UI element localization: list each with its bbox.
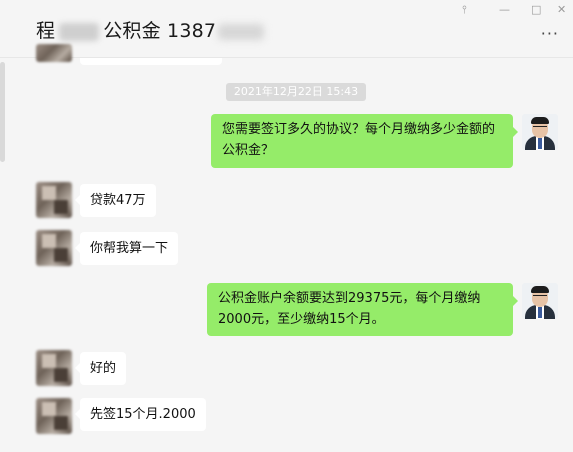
message-text: 先签15个月.2000 xyxy=(90,407,196,422)
chat-title: 程 公积金 1387 xyxy=(36,16,265,43)
contact-avatar[interactable] xyxy=(36,350,72,386)
message-timestamp: 2021年12月22日 15:43 xyxy=(226,83,366,101)
close-icon[interactable]: ✕ xyxy=(557,3,566,17)
chat-title-suffix: 公积金 1387 xyxy=(103,20,217,42)
maximize-icon[interactable]: □ xyxy=(531,3,541,17)
redacted-number-blur xyxy=(218,23,265,40)
chat-title-prefix: 程 xyxy=(36,20,56,42)
minimize-icon[interactable]: — xyxy=(499,3,510,17)
more-dots-icon[interactable]: ··· xyxy=(541,24,559,43)
message-text: 贷款47万 xyxy=(90,193,146,208)
chat-scrollbar[interactable] xyxy=(0,62,5,162)
self-avatar[interactable] xyxy=(522,283,558,319)
outgoing-message-bubble[interactable]: 您需要签订多久的协议？每个月缴纳多少金额的公积金？ xyxy=(211,114,518,168)
contact-avatar[interactable] xyxy=(36,230,72,266)
contact-avatar[interactable] xyxy=(36,398,72,434)
self-avatar[interactable] xyxy=(522,114,558,150)
outgoing-message-bubble[interactable]: 公积金账户余额要达到29375元，每个月缴纳2000元，至少缴纳15个月。 xyxy=(207,283,518,336)
message-text: 您需要签订多久的协议？每个月缴纳多少金额的公积金？ xyxy=(222,122,496,158)
message-text: 公积金账户余额要达到29375元，每个月缴纳2000元，至少缴纳15个月。 xyxy=(218,291,481,327)
incoming-message-bubble[interactable]: 先签15个月.2000 xyxy=(75,398,206,431)
previous-message-bubble-partial xyxy=(80,58,222,65)
incoming-message-bubble[interactable]: 贷款47万 xyxy=(75,184,156,217)
incoming-message-bubble[interactable]: 你帮我算一下 xyxy=(74,232,179,265)
title-bar: 程 公积金 1387 ⫯ — □ ✕ ··· xyxy=(0,0,573,58)
redacted-name-blur xyxy=(59,22,100,41)
contact-avatar[interactable] xyxy=(36,182,72,218)
contact-avatar-partial[interactable] xyxy=(36,44,72,62)
message-text: 好的 xyxy=(90,361,117,376)
pin-icon[interactable]: ⫯ xyxy=(462,3,467,17)
incoming-message-bubble[interactable]: 好的 xyxy=(74,352,127,385)
message-text: 你帮我算一下 xyxy=(90,241,169,256)
